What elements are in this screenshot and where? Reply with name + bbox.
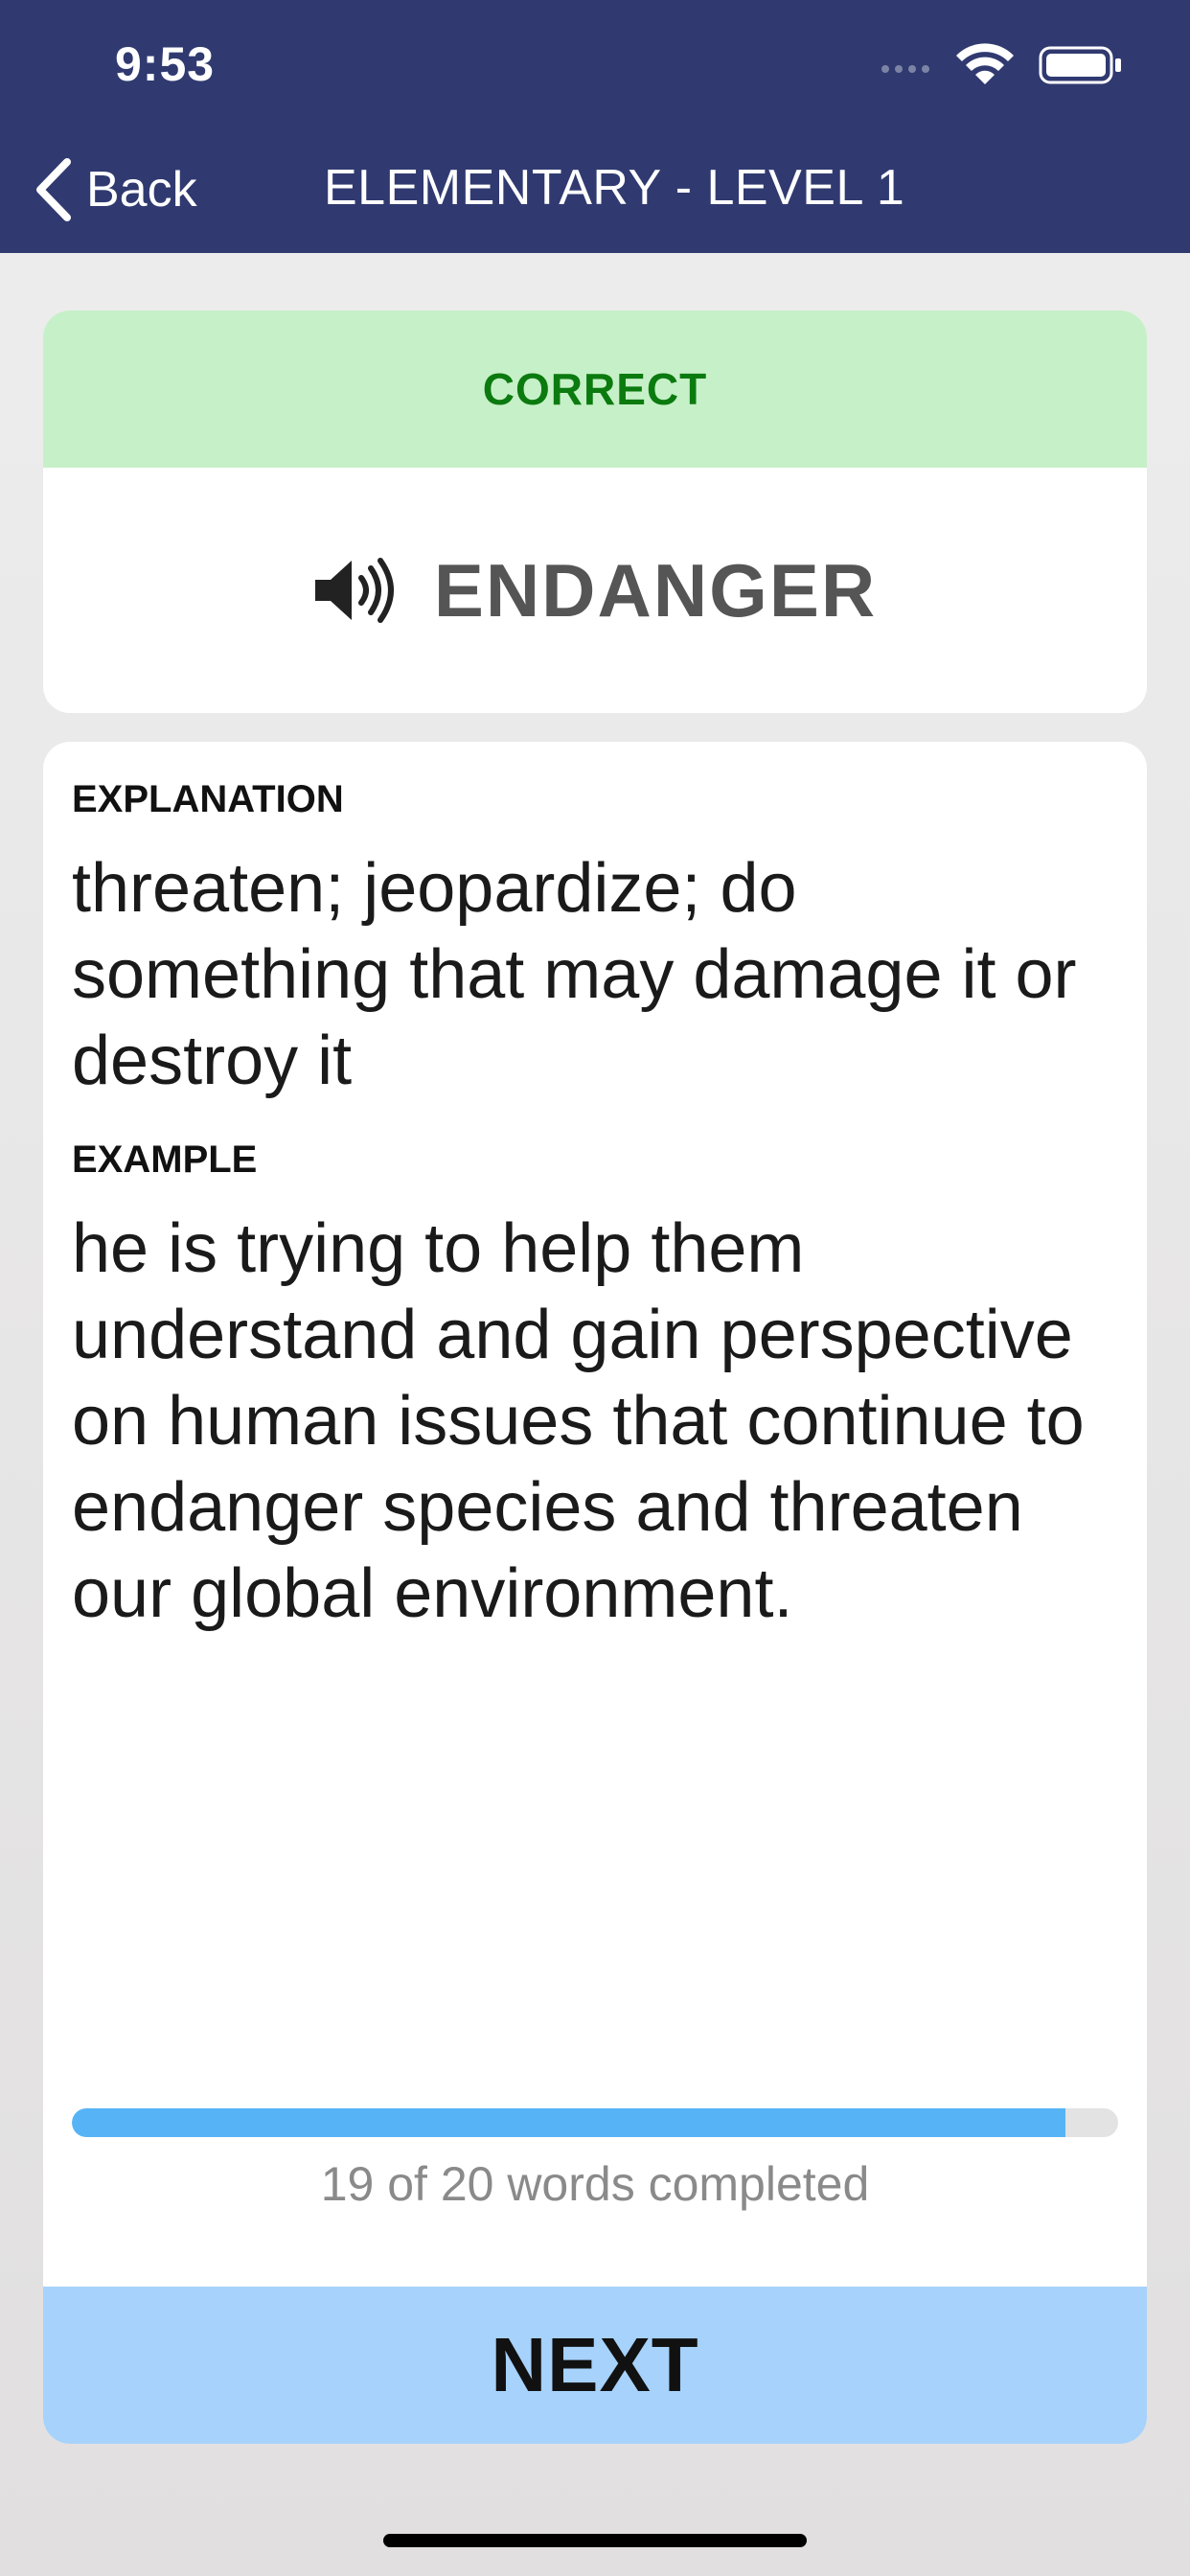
example-line: our global environment. <box>72 1555 793 1632</box>
status-icons <box>881 43 1121 84</box>
signal-icon <box>881 65 929 73</box>
word-card: CORRECT ENDANGER <box>43 310 1147 713</box>
status-time: 9:53 <box>115 37 216 91</box>
example-label: EXAMPLE <box>72 1138 258 1181</box>
example-line: endanger species and threaten <box>72 1469 1023 1546</box>
header: 9:53 Back ELEMENTARY - LEVEL 1 <box>0 0 1190 253</box>
example-line: on human issues that continue to <box>72 1383 1085 1460</box>
example-line: understand and gain perspective <box>72 1297 1073 1373</box>
explanation-text: threaten; jeopardize; do something that … <box>72 845 1126 1104</box>
chevron-left-icon <box>36 158 71 221</box>
detail-card: EXPLANATION threaten; jeopardize; do som… <box>43 742 1147 2444</box>
back-button[interactable]: Back <box>34 153 197 226</box>
word-row: ENDANGER <box>43 468 1147 713</box>
example-line: he is trying to help them <box>72 1210 805 1287</box>
nav-title: ELEMENTARY - LEVEL 1 <box>324 160 905 216</box>
next-label: NEXT <box>491 2322 699 2407</box>
progress-fill <box>72 2108 1066 2137</box>
result-banner: CORRECT <box>43 310 1147 468</box>
back-label: Back <box>86 162 197 218</box>
explanation-line: destroy it <box>72 1023 353 1099</box>
explanation-line: something that may damage it or <box>72 936 1077 1013</box>
battery-icon <box>1039 46 1121 84</box>
wifi-icon <box>956 43 1014 84</box>
home-indicator <box>383 2534 807 2547</box>
result-label: CORRECT <box>482 364 708 414</box>
progress-bar <box>72 2108 1118 2137</box>
explanation-line: threaten; jeopardize; do <box>72 850 797 927</box>
next-button[interactable]: NEXT <box>43 2287 1147 2444</box>
explanation-label: EXPLANATION <box>72 778 344 820</box>
word-text: ENDANGER <box>433 547 878 632</box>
example-text: he is trying to help them understand and… <box>72 1206 1126 1637</box>
progress-label: 19 of 20 words completed <box>320 2157 870 2211</box>
speaker-icon[interactable] <box>313 557 396 624</box>
